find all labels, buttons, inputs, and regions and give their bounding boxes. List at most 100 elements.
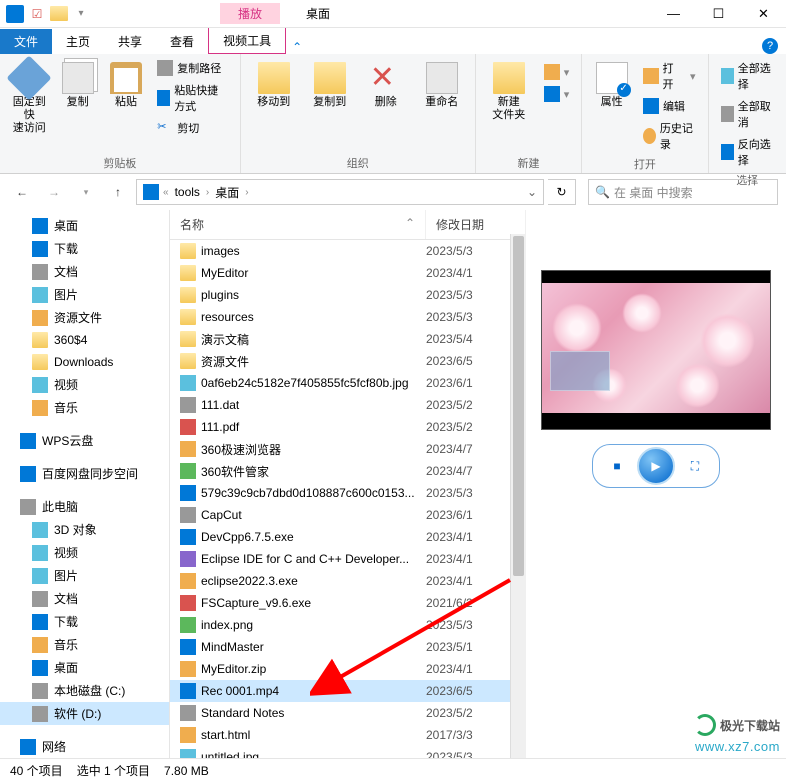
address-bar[interactable]: « tools › 桌面 › ⌄	[136, 179, 544, 205]
maximize-button[interactable]: ☐	[696, 0, 741, 28]
tab-video-tools[interactable]: 视频工具	[208, 28, 286, 54]
rename-button[interactable]: 重命名	[417, 58, 467, 113]
new-item-button[interactable]: ▾	[540, 62, 574, 82]
file-name: FSCapture_v9.6.exe	[201, 596, 311, 610]
file-row[interactable]: MindMaster2023/5/1	[170, 636, 526, 658]
tree-item[interactable]: 文档	[0, 587, 169, 610]
qat-dropdown-icon[interactable]: ▾	[72, 6, 90, 21]
scrollbar-thumb[interactable]	[513, 236, 524, 576]
new-folder-button[interactable]: 新建 文件夹	[484, 58, 534, 126]
recent-dropdown[interactable]: ▾	[72, 178, 100, 206]
open-button[interactable]: 打开▾	[639, 58, 700, 94]
copy-button[interactable]: 复制	[56, 58, 98, 113]
tree-item[interactable]: 本地磁盘 (C:)	[0, 679, 169, 702]
tree-item[interactable]: 视频	[0, 373, 169, 396]
file-row[interactable]: MyEditor.zip2023/4/1	[170, 658, 526, 680]
properties-button[interactable]: ✓属性	[590, 58, 633, 113]
tree-item[interactable]: 下载	[0, 610, 169, 633]
address-dropdown-icon[interactable]: ⌄	[527, 185, 537, 199]
up-button[interactable]: ↑	[104, 178, 132, 206]
tree-item[interactable]: 百度网盘同步空间	[0, 462, 169, 485]
contextual-tab-play[interactable]: 播放	[220, 3, 280, 24]
tree-item[interactable]: 音乐	[0, 396, 169, 419]
tree-item[interactable]: 网络	[0, 735, 169, 758]
fullscreen-button[interactable]: ⛶	[685, 456, 705, 476]
close-button[interactable]: ✕	[741, 0, 786, 28]
tree-item[interactable]: 桌面	[0, 656, 169, 679]
file-row[interactable]: eclipse2022.3.exe2023/4/1	[170, 570, 526, 592]
invert-selection-button[interactable]: 反向选择	[717, 134, 778, 170]
tree-item[interactable]: 下载	[0, 237, 169, 260]
tree-item[interactable]: 此电脑	[0, 495, 169, 518]
file-row[interactable]: 演示文稿2023/5/4	[170, 328, 526, 350]
tab-view[interactable]: 查看	[156, 29, 208, 54]
cut-button[interactable]: ✂剪切	[153, 118, 231, 138]
tree-item[interactable]: 资源文件	[0, 306, 169, 329]
refresh-button[interactable]: ↻	[548, 179, 576, 205]
file-row[interactable]: plugins2023/5/3	[170, 284, 526, 306]
file-row[interactable]: start.html2017/3/3	[170, 724, 526, 746]
tree-item[interactable]: 3D 对象	[0, 518, 169, 541]
search-box[interactable]: 🔍 在 桌面 中搜索	[588, 179, 778, 205]
preview-video[interactable]	[541, 270, 771, 430]
file-row[interactable]: Rec 0001.mp42023/6/5	[170, 680, 526, 702]
file-date: 2023/6/1	[426, 508, 473, 522]
tree-item[interactable]: 360$4	[0, 329, 169, 351]
file-row[interactable]: Standard Notes2023/5/2	[170, 702, 526, 724]
file-row[interactable]: 111.dat2023/5/2	[170, 394, 526, 416]
file-row[interactable]: 579c39c9cb7dbd0d108887c600c0153...2023/5…	[170, 482, 526, 504]
column-name[interactable]: 名称⌃	[170, 210, 426, 239]
help-icon[interactable]: ?	[762, 38, 778, 54]
paste-shortcut-button[interactable]: 粘贴快捷方式	[153, 80, 231, 116]
history-button[interactable]: 历史记录	[639, 118, 700, 154]
file-row[interactable]: resources2023/5/3	[170, 306, 526, 328]
stop-button[interactable]: ■	[607, 456, 627, 476]
file-row[interactable]: 资源文件2023/6/5	[170, 350, 526, 372]
forward-button[interactable]: →	[40, 178, 68, 206]
move-to-button[interactable]: 移动到	[249, 58, 299, 113]
select-none-button[interactable]: 全部取消	[717, 96, 778, 132]
copy-path-button[interactable]: 复制路径	[153, 58, 231, 78]
back-button[interactable]: ←	[8, 178, 36, 206]
file-row[interactable]: Eclipse IDE for C and C++ Developer...20…	[170, 548, 526, 570]
tree-item[interactable]: 文档	[0, 260, 169, 283]
easy-access-button[interactable]: ▾	[540, 84, 574, 104]
crumb-desktop[interactable]: 桌面	[213, 184, 241, 201]
file-row[interactable]: 360极速浏览器2023/4/7	[170, 438, 526, 460]
file-list-body[interactable]: images2023/5/3MyEditor2023/4/1plugins202…	[170, 240, 526, 770]
copy-to-button[interactable]: 复制到	[305, 58, 355, 113]
file-row[interactable]: index.png2023/5/3	[170, 614, 526, 636]
tree-item[interactable]: 视频	[0, 541, 169, 564]
file-row[interactable]: 111.pdf2023/5/2	[170, 416, 526, 438]
paste-button[interactable]: 粘贴	[105, 58, 147, 113]
collapse-ribbon-icon[interactable]: ⌃	[286, 40, 308, 54]
qat-checkbox-icon[interactable]: ☑	[28, 6, 46, 21]
tree-item[interactable]: Downloads	[0, 351, 169, 373]
qat-folder-icon[interactable]	[50, 6, 68, 21]
file-row[interactable]: MyEditor2023/4/1	[170, 262, 526, 284]
tree-item[interactable]: 软件 (D:)	[0, 702, 169, 725]
file-row[interactable]: FSCapture_v9.6.exe2021/6/2	[170, 592, 526, 614]
delete-button[interactable]: ✕删除	[361, 58, 411, 113]
file-row[interactable]: 360软件管家2023/4/7	[170, 460, 526, 482]
file-row[interactable]: images2023/5/3	[170, 240, 526, 262]
select-all-button[interactable]: 全部选择	[717, 58, 778, 94]
tree-item[interactable]: 桌面	[0, 214, 169, 237]
file-row[interactable]: CapCut2023/6/1	[170, 504, 526, 526]
edit-button[interactable]: 编辑	[639, 96, 700, 116]
tree-item[interactable]: WPS云盘	[0, 429, 169, 452]
tab-file[interactable]: 文件	[0, 29, 52, 54]
navigation-tree[interactable]: 桌面下载文档图片资源文件360$4Downloads视频音乐WPS云盘百度网盘同…	[0, 210, 170, 770]
tab-home[interactable]: 主页	[52, 29, 104, 54]
play-button[interactable]: ▶	[637, 447, 675, 485]
tree-item[interactable]: 图片	[0, 283, 169, 306]
minimize-button[interactable]: —	[651, 0, 696, 28]
pin-quick-access-button[interactable]: 固定到快 速访问	[8, 58, 50, 140]
tree-item[interactable]: 音乐	[0, 633, 169, 656]
tree-item[interactable]: 图片	[0, 564, 169, 587]
scrollbar[interactable]	[510, 234, 526, 770]
crumb-tools[interactable]: tools	[173, 185, 202, 199]
tab-share[interactable]: 共享	[104, 29, 156, 54]
file-row[interactable]: DevCpp6.7.5.exe2023/4/1	[170, 526, 526, 548]
file-row[interactable]: 0af6eb24c5182e7f405855fc5fcf80b.jpg2023/…	[170, 372, 526, 394]
